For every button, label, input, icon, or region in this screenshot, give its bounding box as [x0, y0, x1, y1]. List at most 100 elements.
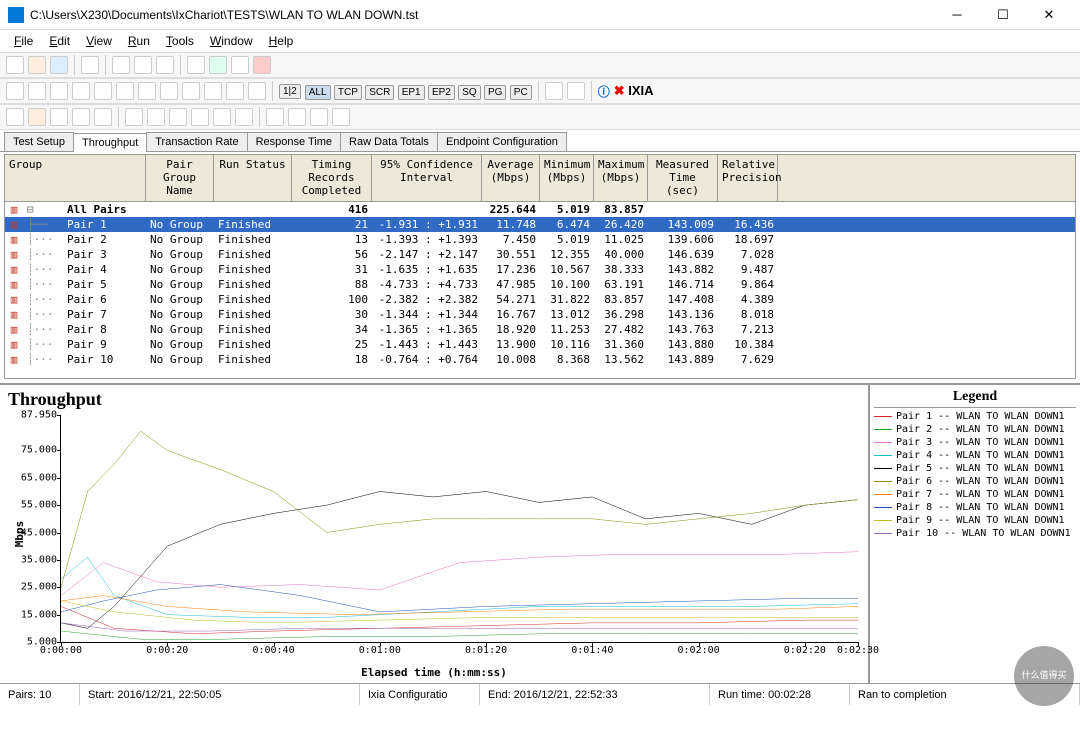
tool-icon[interactable]: [50, 82, 68, 100]
table-row[interactable]: ▥ ┊··· Pair 8 No Group Finished 34 -1.36…: [5, 322, 1075, 337]
filter-ep1[interactable]: EP1: [398, 85, 425, 100]
loop-icon[interactable]: [156, 56, 174, 74]
filter-scr[interactable]: SCR: [365, 85, 394, 100]
print-icon[interactable]: [81, 56, 99, 74]
run-icon[interactable]: [112, 56, 130, 74]
legend-item[interactable]: Pair 4 -- WLAN TO WLAN DOWN1: [874, 449, 1076, 462]
menu-tools[interactable]: Tools: [160, 32, 200, 50]
legend-item[interactable]: Pair 7 -- WLAN TO WLAN DOWN1: [874, 488, 1076, 501]
col-max[interactable]: Maximum (Mbps): [594, 155, 648, 201]
maximize-button[interactable]: ☐: [980, 0, 1026, 30]
tool-icon[interactable]: [545, 82, 563, 100]
table-row[interactable]: ▥ ┊··· Pair 9 No Group Finished 25 -1.44…: [5, 337, 1075, 352]
filter-pc[interactable]: PC: [510, 85, 532, 100]
legend-item[interactable]: Pair 3 -- WLAN TO WLAN DOWN1: [874, 436, 1076, 449]
close-button[interactable]: ✕: [1026, 0, 1072, 30]
tool-icon[interactable]: [28, 82, 46, 100]
col-run-status[interactable]: Run Status: [214, 155, 292, 201]
new-icon[interactable]: [6, 56, 24, 74]
tab-raw-data-totals[interactable]: Raw Data Totals: [340, 132, 438, 151]
open-icon[interactable]: [28, 56, 46, 74]
menu-run[interactable]: Run: [122, 32, 156, 50]
toggle-12[interactable]: 1|2: [279, 84, 301, 99]
col-group[interactable]: Group: [5, 155, 146, 201]
y-tick: 25.000: [21, 582, 61, 593]
stop-icon[interactable]: [134, 56, 152, 74]
tool-icon[interactable]: [147, 108, 165, 126]
col-pair-group[interactable]: Pair Group Name: [146, 155, 214, 201]
tool-icon[interactable]: [72, 82, 90, 100]
legend-item[interactable]: Pair 10 -- WLAN TO WLAN DOWN1: [874, 527, 1076, 540]
filter-pg[interactable]: PG: [484, 85, 506, 100]
filter-all[interactable]: ALL: [305, 85, 331, 100]
tool-icon[interactable]: [94, 108, 112, 126]
legend-item[interactable]: Pair 5 -- WLAN TO WLAN DOWN1: [874, 462, 1076, 475]
tool-icon[interactable]: [50, 108, 68, 126]
tool-icon[interactable]: [6, 108, 24, 126]
info-icon[interactable]: ⓘ: [598, 83, 610, 100]
col-mt[interactable]: Measured Time (sec): [648, 155, 718, 201]
summary-row[interactable]: ▥ ⊟ All Pairs 416 225.644 5.019 83.857: [5, 202, 1075, 217]
tab-test-setup[interactable]: Test Setup: [4, 132, 74, 151]
legend-item[interactable]: Pair 6 -- WLAN TO WLAN DOWN1: [874, 475, 1076, 488]
tool-icon[interactable]: [6, 82, 24, 100]
menu-help[interactable]: Help: [263, 32, 300, 50]
tool-icon[interactable]: [160, 82, 178, 100]
tool-icon[interactable]: [94, 82, 112, 100]
tool-icon[interactable]: [213, 108, 231, 126]
menu-file[interactable]: File: [8, 32, 39, 50]
col-timing[interactable]: Timing Records Completed: [292, 155, 372, 201]
tool-icon[interactable]: [310, 108, 328, 126]
col-ci[interactable]: 95% Confidence Interval: [372, 155, 482, 201]
table-row[interactable]: ▥ ┊··· Pair 10 No Group Finished 18 -0.7…: [5, 352, 1075, 367]
save-icon[interactable]: [50, 56, 68, 74]
tab-throughput[interactable]: Throughput: [73, 133, 147, 152]
tool-icon[interactable]: [191, 108, 209, 126]
table-row[interactable]: ▥ ┊··· Pair 3 No Group Finished 56 -2.14…: [5, 247, 1075, 262]
paste-icon[interactable]: [231, 56, 249, 74]
tab-response-time[interactable]: Response Time: [247, 132, 341, 151]
tool-icon[interactable]: [116, 82, 134, 100]
table-row[interactable]: ▥ ┊··· Pair 4 No Group Finished 31 -1.63…: [5, 262, 1075, 277]
tool-icon[interactable]: [125, 108, 143, 126]
minimize-button[interactable]: ─: [934, 0, 980, 30]
tool-icon[interactable]: [72, 108, 90, 126]
menu-view[interactable]: View: [80, 32, 118, 50]
legend-item[interactable]: Pair 2 -- WLAN TO WLAN DOWN1: [874, 423, 1076, 436]
link-icon[interactable]: [187, 56, 205, 74]
tool-icon[interactable]: [182, 82, 200, 100]
delete-icon[interactable]: [253, 56, 271, 74]
filter-ep2[interactable]: EP2: [428, 85, 455, 100]
col-rp[interactable]: Relative Precision: [718, 155, 778, 201]
filter-sq[interactable]: SQ: [458, 85, 480, 100]
col-min[interactable]: Minimum (Mbps): [540, 155, 594, 201]
tool-icon[interactable]: [567, 82, 585, 100]
tool-icon[interactable]: [226, 82, 244, 100]
tool-icon[interactable]: [332, 108, 350, 126]
legend-item[interactable]: Pair 9 -- WLAN TO WLAN DOWN1: [874, 514, 1076, 527]
table-row[interactable]: ▥ ┊··· Pair 6 No Group Finished 100 -2.3…: [5, 292, 1075, 307]
tool-icon[interactable]: [204, 82, 222, 100]
tool-icon[interactable]: [28, 108, 46, 126]
tool-icon[interactable]: [235, 108, 253, 126]
grid-body[interactable]: ▥ ⊟ All Pairs 416 225.644 5.019 83.857 ▥…: [5, 202, 1075, 378]
table-row[interactable]: ▥ ┊··· Pair 2 No Group Finished 13 -1.39…: [5, 232, 1075, 247]
toolbar-2: 1|2 ALL TCP SCR EP1 EP2 SQ PG PC ⓘ ✖ IXI…: [0, 78, 1080, 104]
tool-icon[interactable]: [169, 108, 187, 126]
copy-icon[interactable]: [209, 56, 227, 74]
legend-item[interactable]: Pair 1 -- WLAN TO WLAN DOWN1: [874, 410, 1076, 423]
tool-icon[interactable]: [266, 108, 284, 126]
legend-item[interactable]: Pair 8 -- WLAN TO WLAN DOWN1: [874, 501, 1076, 514]
tool-icon[interactable]: [138, 82, 156, 100]
filter-tcp[interactable]: TCP: [334, 85, 362, 100]
menu-edit[interactable]: Edit: [43, 32, 76, 50]
table-row[interactable]: ▥ ├── Pair 1 No Group Finished 21 -1.931…: [5, 217, 1075, 232]
tool-icon[interactable]: [248, 82, 266, 100]
table-row[interactable]: ▥ ┊··· Pair 5 No Group Finished 88 -4.73…: [5, 277, 1075, 292]
table-row[interactable]: ▥ ┊··· Pair 7 No Group Finished 30 -1.34…: [5, 307, 1075, 322]
tab-transaction-rate[interactable]: Transaction Rate: [146, 132, 247, 151]
col-avg[interactable]: Average (Mbps): [482, 155, 540, 201]
tool-icon[interactable]: [288, 108, 306, 126]
tab-endpoint-configuration[interactable]: Endpoint Configuration: [437, 132, 567, 151]
menu-window[interactable]: Window: [204, 32, 259, 50]
